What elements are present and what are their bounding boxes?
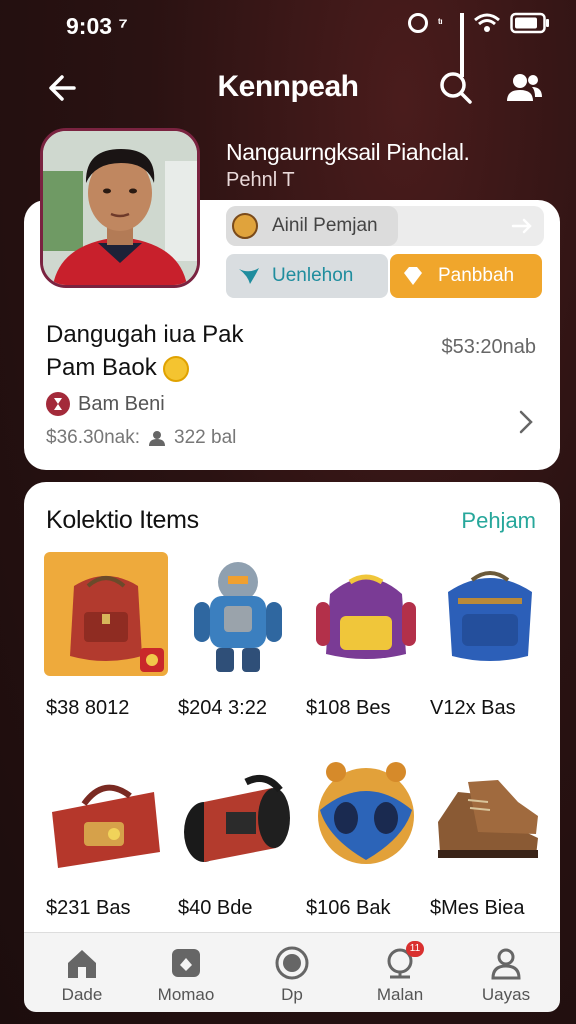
friends-button[interactable] <box>502 68 546 108</box>
users-icon <box>507 74 542 101</box>
shared-by-row[interactable]: Ainil Pemjan <box>226 206 544 246</box>
seller-name: Bam Beni <box>78 392 165 415</box>
stats-count: 322 bal <box>174 427 237 448</box>
nav-label-profile: Uayas <box>481 985 531 1004</box>
chevron-right-icon[interactable] <box>514 408 538 436</box>
diamond-icon <box>404 267 422 285</box>
item-image <box>428 552 552 676</box>
profile-subtitle: Pehnl T <box>226 169 295 191</box>
camera-icon <box>275 946 309 980</box>
smiley-icon <box>162 355 189 382</box>
stats-row: $36.30nak: 322 bal <box>46 427 236 449</box>
nav-item-home[interactable]: Dade <box>32 933 132 1013</box>
item-price: $108 Bes <box>306 697 391 719</box>
item-price: $Mes Biea <box>430 897 525 919</box>
item-price: $106 Bak <box>306 897 391 919</box>
listing-title-line1: Dangugah iua Pak <box>46 321 244 348</box>
item-image <box>44 752 168 876</box>
small-avatar-icon <box>232 213 258 239</box>
search-button[interactable] <box>436 68 476 108</box>
buy-button[interactable]: Panbbah <box>390 254 542 298</box>
collection-item-brown-boots[interactable]: $Mes Biea <box>428 752 556 932</box>
home-icon <box>68 950 96 978</box>
portrait-image <box>43 131 197 285</box>
shared-by-label: Ainil Pemjan <box>272 215 378 236</box>
item-price: $40 Bde <box>178 897 253 919</box>
follow-label: Uenlehon <box>272 265 354 286</box>
nav-item-notifications[interactable]: 11 Malan <box>350 933 450 1013</box>
user-icon <box>491 948 521 980</box>
item-image <box>304 752 428 876</box>
collection-title: Kolektio Items <box>46 506 199 534</box>
nav-item-profile[interactable]: Uayas <box>456 933 556 1013</box>
collection-see-all-link[interactable]: Pehjam <box>461 508 536 534</box>
seller-row[interactable]: Bam Beni <box>46 392 165 416</box>
buy-label: Panbbah <box>438 265 515 286</box>
listing-price: $53:20nab <box>441 336 536 358</box>
wifi-icon <box>474 13 500 33</box>
store-icon <box>172 949 200 977</box>
status-icons: ᵗᶦ <box>408 12 550 77</box>
avatar[interactable] <box>40 128 200 288</box>
nav-label-camera: Dp <box>281 985 303 1004</box>
nav-label-home: Dade <box>61 985 103 1004</box>
arrow-right-icon <box>511 218 532 234</box>
collection-item-alien-helmet[interactable]: $106 Bak <box>304 752 432 932</box>
item-price: V12x Bas <box>430 697 516 719</box>
collection-item-blue-backpack[interactable]: V12x Bas <box>428 552 556 732</box>
item-price: $231 Bas <box>46 897 131 919</box>
battery-icon <box>510 12 550 34</box>
listing-title: Dangugah iua Pak Pam Baok <box>46 318 243 384</box>
item-image <box>176 552 300 676</box>
status-time: 9:03 ⁷ <box>66 13 128 39</box>
nav-label-store: Momao <box>157 985 215 1004</box>
item-price: $38 8012 <box>46 697 130 719</box>
page-title: Kennpeah <box>217 70 359 103</box>
seller-icon <box>46 392 70 416</box>
item-image <box>304 552 428 676</box>
collection-item-purple-backpack[interactable]: $108 Bes <box>304 552 432 732</box>
collection-item-black-roll-bag[interactable]: $40 Bde <box>176 752 304 932</box>
shared-by-chip: Ainil Pemjan <box>226 206 398 246</box>
item-price: $204 3:22 <box>178 697 267 719</box>
notification-badge: 11 <box>406 941 424 957</box>
item-image <box>428 752 552 876</box>
people-icon <box>149 431 166 446</box>
app-header: Kennpeah <box>0 60 576 116</box>
collection-item-robot-figure[interactable]: $204 3:22 <box>176 552 304 732</box>
listing-title-line2-wrap: Pam Baok <box>46 351 243 384</box>
signal-icon <box>460 13 464 77</box>
collection-item-red-duffel-bag[interactable]: $231 Bas <box>44 752 172 932</box>
bottom-nav: Dade Momao Dp 11 Malan Uayas <box>24 932 560 1012</box>
collection-item-red-backpack[interactable]: $38 8012 <box>44 552 172 732</box>
item-image <box>176 752 300 876</box>
item-image <box>44 552 168 676</box>
alarm-icon <box>408 13 428 33</box>
listing-title-line2: Pam Baok <box>46 354 157 381</box>
nav-label-notifications: Malan <box>376 985 424 1004</box>
status-bar: 9:03 ⁷ ᵗᶦ <box>0 0 576 77</box>
stats-price: $36.30nak: <box>46 427 141 448</box>
bird-icon <box>239 268 259 284</box>
profile-name: Nangaurngksail Piahclal. <box>226 139 470 165</box>
nav-item-store[interactable]: Momao <box>136 933 236 1013</box>
nav-item-camera[interactable]: Dp <box>242 933 342 1013</box>
follow-button[interactable]: Uenlehon <box>226 254 388 298</box>
data-indicator: ᵗᶦ <box>438 15 443 30</box>
search-icon <box>440 72 472 104</box>
